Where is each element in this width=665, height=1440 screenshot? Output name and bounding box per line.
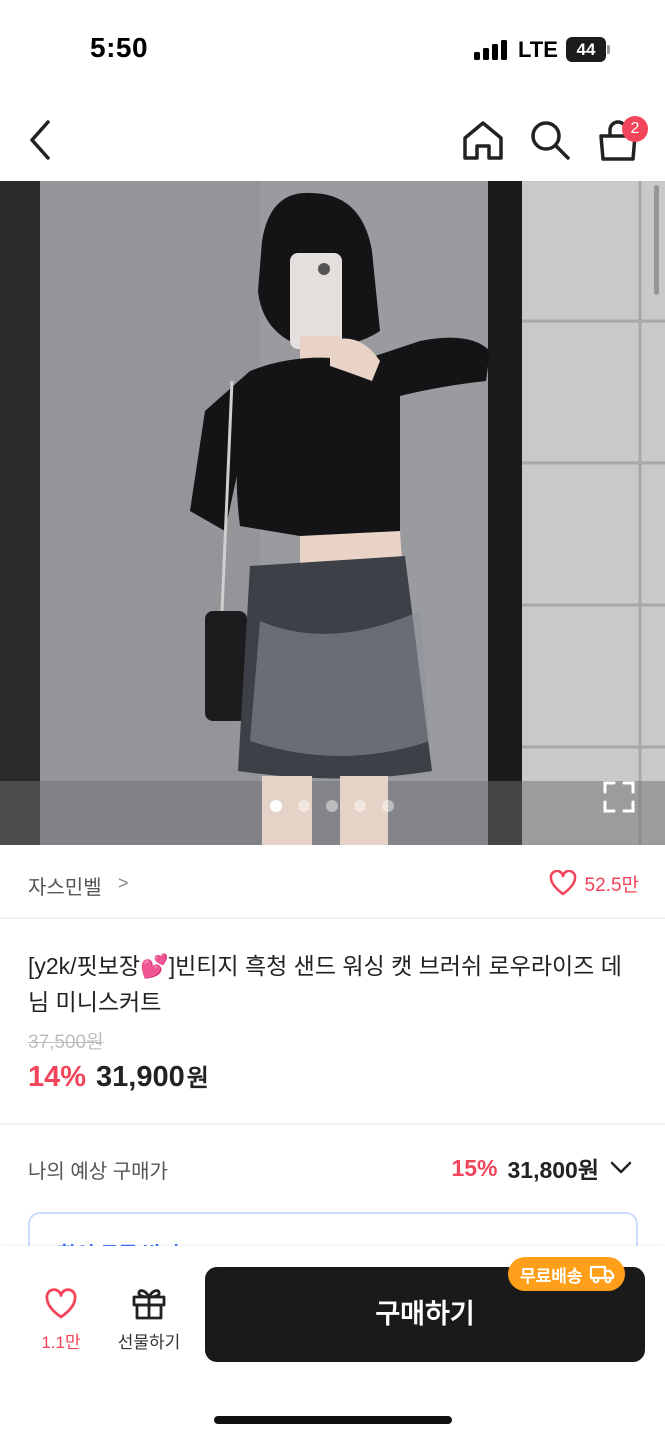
pagination-dot[interactable] bbox=[298, 800, 310, 812]
product-photo bbox=[0, 181, 665, 845]
expected-price-label: 나의 예상 구매가 bbox=[28, 1161, 168, 1183]
pagination-dot[interactable] bbox=[326, 800, 338, 812]
seller-row[interactable]: 자스민벨 > 52.5만 bbox=[0, 845, 665, 919]
status-bar: 5:50 LTE 44 bbox=[0, 0, 665, 100]
gallery-pagination[interactable] bbox=[262, 800, 402, 814]
product-image[interactable] bbox=[0, 181, 665, 845]
price-row: 14% 31,900 원 bbox=[28, 1058, 209, 1098]
discount-rate: 14% bbox=[28, 1061, 87, 1093]
expected-price-row[interactable]: 나의 예상 구매가 15% 31,800원 bbox=[0, 1125, 665, 1210]
chevron-down-icon[interactable] bbox=[609, 1160, 633, 1176]
product-title-part1: [y2k/핏보장 bbox=[28, 953, 141, 979]
cart-badge: 2 bbox=[622, 116, 648, 142]
heart-icon bbox=[45, 1288, 77, 1319]
back-icon[interactable] bbox=[22, 118, 62, 162]
pagination-dot[interactable] bbox=[270, 800, 282, 812]
original-price: 37,500원 bbox=[28, 1032, 104, 1053]
home-icon[interactable] bbox=[460, 118, 506, 162]
currency-unit: 원 bbox=[186, 1065, 209, 1092]
free-shipping-badge: 무료배송 bbox=[508, 1257, 625, 1291]
product-title: [y2k/핏보장💕]빈티지 흑청 샌드 워싱 캣 브러쉬 로우라이즈 데님 미니… bbox=[28, 948, 638, 1020]
expected-discount-rate: 15% bbox=[451, 1154, 498, 1181]
battery-icon: 44 bbox=[566, 37, 610, 62]
heart-emoji-icon: 💕 bbox=[140, 953, 169, 979]
gift-button[interactable]: 선물하기 bbox=[108, 1284, 190, 1354]
image-scrollbar bbox=[654, 185, 659, 295]
expand-icon[interactable] bbox=[602, 780, 636, 814]
truck-icon bbox=[589, 1265, 614, 1284]
heart-icon bbox=[549, 870, 576, 896]
gift-icon bbox=[132, 1289, 166, 1320]
carrier-label: LTE bbox=[518, 37, 558, 62]
expected-price: 31,800원 bbox=[507, 1157, 599, 1183]
free-shipping-label: 무료배송 bbox=[520, 1266, 583, 1286]
wishlist-button[interactable]: 1.1만 bbox=[30, 1284, 92, 1354]
battery-level: 44 bbox=[566, 37, 606, 62]
search-icon[interactable] bbox=[528, 118, 572, 162]
sale-price: 31,900 bbox=[96, 1061, 185, 1093]
wishlist-count: 1.1만 bbox=[41, 1333, 81, 1352]
bottom-action-bar: 1.1만 선물하기 구매하기 무료배송 bbox=[0, 1246, 665, 1440]
seller-name[interactable]: 자스민벨 bbox=[28, 871, 102, 900]
status-time: 5:50 bbox=[90, 32, 149, 63]
pagination-dot[interactable] bbox=[382, 800, 394, 812]
signal-icon bbox=[474, 38, 508, 60]
gift-label: 선물하기 bbox=[117, 1333, 181, 1352]
home-indicator bbox=[214, 1416, 452, 1424]
top-nav: 2 bbox=[0, 100, 665, 180]
seller-like[interactable]: 52.5만 bbox=[549, 869, 639, 897]
seller-like-count: 52.5만 bbox=[584, 874, 639, 896]
cart-icon[interactable]: 2 bbox=[594, 116, 648, 166]
chevron-right-icon: > bbox=[118, 873, 129, 893]
pagination-dot[interactable] bbox=[354, 800, 366, 812]
